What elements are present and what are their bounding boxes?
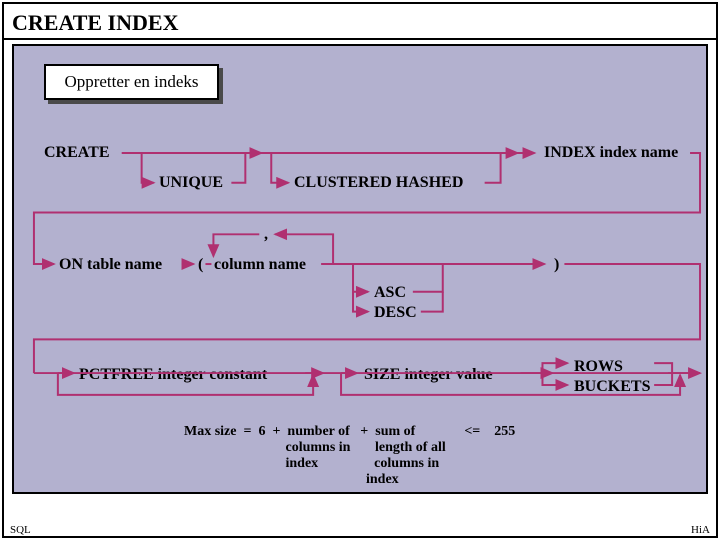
formula-line2: columns in length of all — [184, 440, 446, 456]
node-rows: ROWS — [574, 358, 623, 376]
node-clustered: CLUSTERED HASHED — [294, 174, 463, 192]
node-indexname: INDEX index name — [544, 144, 678, 162]
node-desc: DESC — [374, 304, 417, 322]
formula-line4: index — [184, 472, 399, 488]
footer-left: SQL — [10, 524, 31, 536]
node-asc: ASC — [374, 284, 406, 302]
slide-frame: CREATE INDEX Oppretter en indeks CREATE … — [2, 2, 718, 538]
title-separator — [4, 38, 716, 40]
diagram-canvas: Oppretter en indeks CREATE UNIQUE CLUSTE… — [12, 44, 708, 494]
node-create: CREATE — [44, 144, 110, 162]
page-title: CREATE INDEX — [4, 4, 716, 38]
node-buckets: BUCKETS — [574, 378, 650, 396]
node-rparen: ) — [554, 256, 559, 274]
node-colname: column name — [214, 256, 306, 274]
footer-right: HiA — [691, 524, 710, 536]
node-comma: , — [264, 226, 268, 244]
node-ontable: ON table name — [59, 256, 162, 274]
node-size: SIZE integer value — [364, 366, 493, 384]
subtitle: Oppretter en indeks — [44, 64, 219, 100]
node-lparen: ( — [198, 256, 203, 274]
node-pctfree: PCTFREE integer constant — [79, 366, 267, 384]
node-unique: UNIQUE — [159, 174, 223, 192]
formula-line3: index columns in — [184, 456, 439, 472]
formula-line1: Max size = 6 + number of + sum of <= 255 — [184, 424, 515, 440]
